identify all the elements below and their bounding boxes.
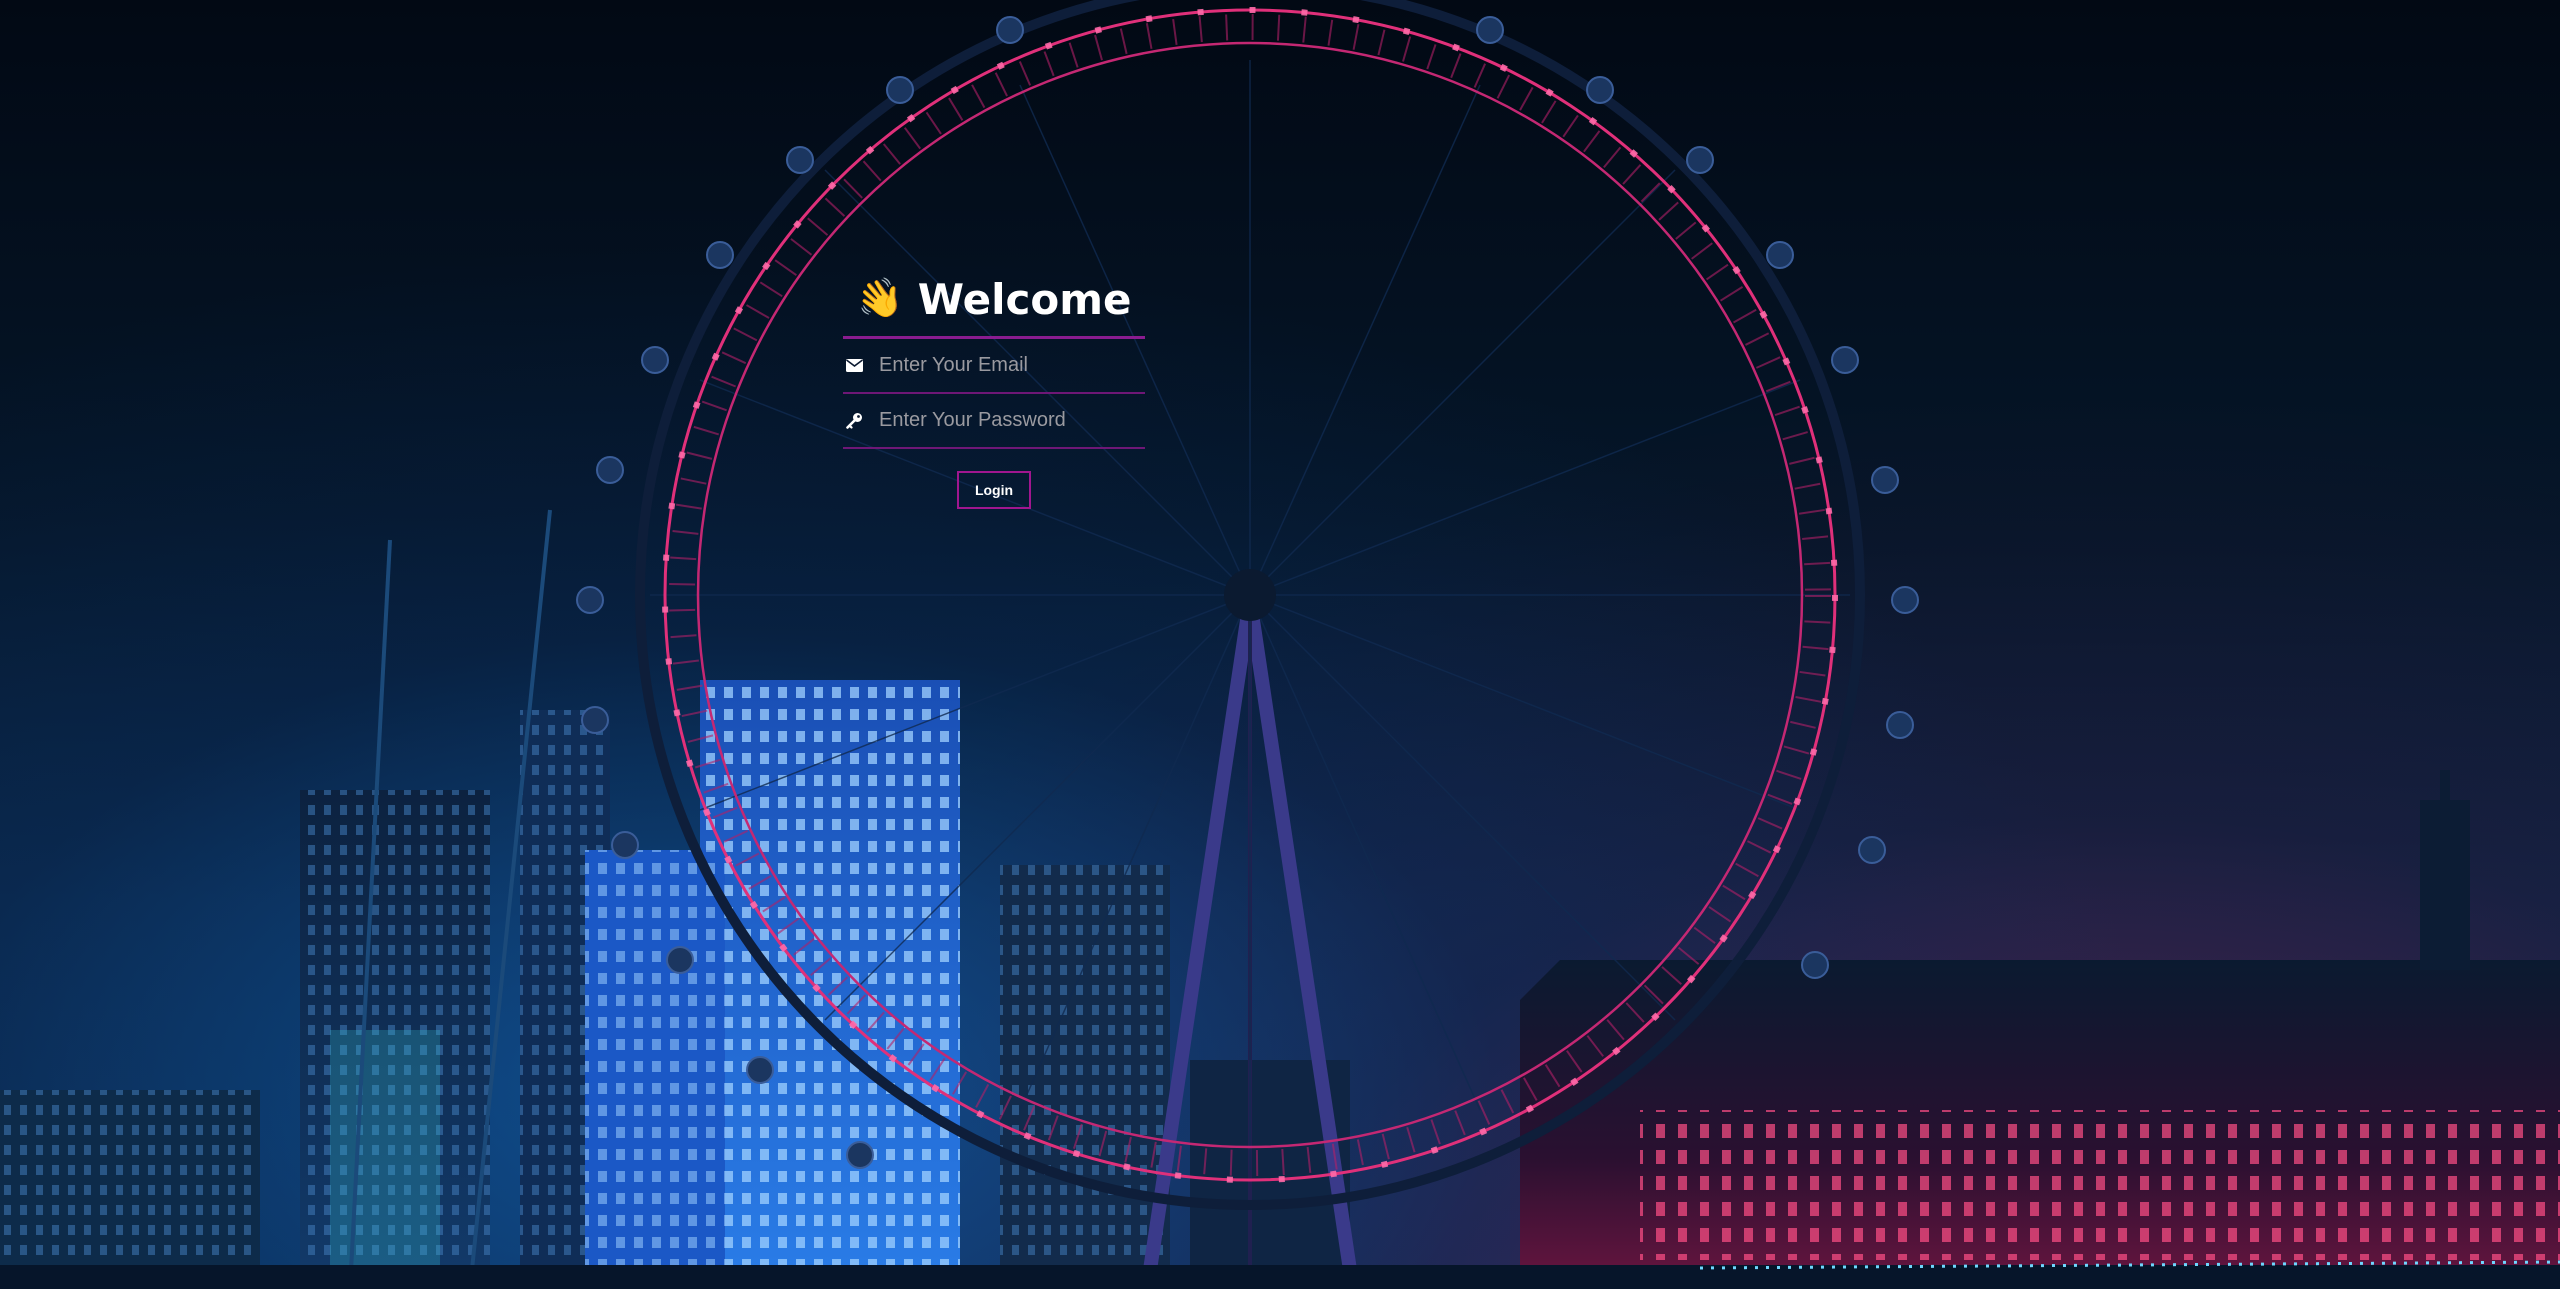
welcome-title-text: Welcome [917, 274, 1132, 324]
login-button[interactable]: Login [957, 471, 1031, 509]
welcome-heading: 👋 Welcome [843, 262, 1145, 339]
background-photo-ferris-wheel [0, 0, 2560, 1289]
key-icon [845, 412, 863, 430]
email-field-row [843, 339, 1145, 394]
password-field-row [843, 394, 1145, 449]
password-input[interactable] [879, 400, 1145, 441]
email-input[interactable] [879, 345, 1145, 386]
waving-hand-icon: 👋 [852, 272, 908, 325]
login-form: 👋 Welcome Login [843, 262, 1145, 509]
login-page: 👋 Welcome Login [0, 0, 2560, 1289]
envelope-icon [845, 357, 863, 375]
